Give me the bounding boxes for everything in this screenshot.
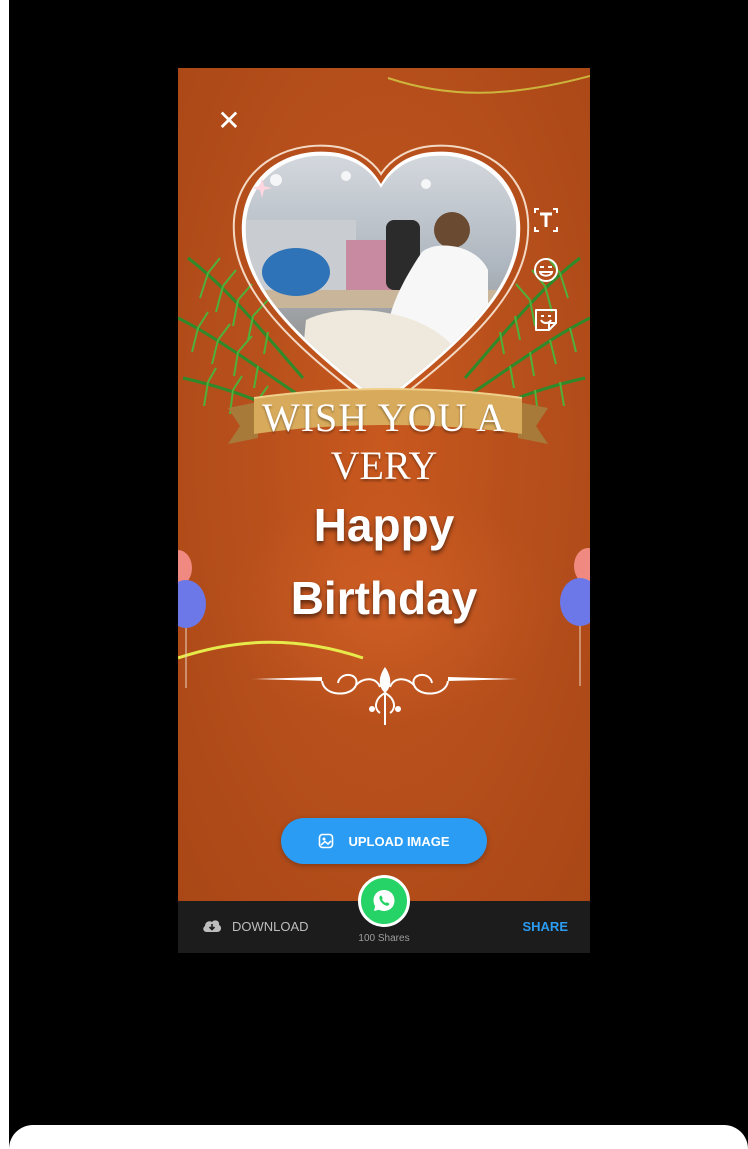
screen: ✕ WISH YOU A VERY Happy Birthday UPLOAD … bbox=[0, 0, 748, 1149]
wish-you-a-text: WISH YOU A bbox=[261, 395, 507, 440]
text-tool-icon[interactable] bbox=[532, 206, 560, 234]
whatsapp-share-button[interactable] bbox=[358, 875, 410, 927]
birthday-text: Birthday bbox=[290, 572, 478, 624]
balloon-left bbox=[178, 550, 206, 688]
bottom-sheet-edge bbox=[9, 1125, 748, 1149]
swoosh-decoration bbox=[387, 75, 590, 94]
upload-image-button[interactable]: UPLOAD IMAGE bbox=[281, 818, 487, 864]
bottom-action-bar: DOWNLOAD 100 Shares SHARE bbox=[178, 875, 590, 953]
heart-frame-graphic bbox=[232, 144, 530, 414]
whatsapp-icon bbox=[373, 890, 395, 911]
happy-text: Happy bbox=[313, 499, 455, 551]
greeting-card-preview: ✕ WISH YOU A VERY Happy Birthday UPLOAD … bbox=[178, 68, 590, 901]
shares-count: 100 Shares bbox=[358, 933, 410, 944]
cloud-download-icon bbox=[202, 918, 222, 934]
download-button[interactable]: DOWNLOAD bbox=[202, 918, 309, 934]
balloon-right bbox=[560, 548, 590, 686]
left-edge-strip bbox=[0, 0, 9, 1149]
very-text: VERY bbox=[330, 443, 438, 488]
emoji-tool-icon[interactable] bbox=[532, 256, 560, 284]
close-button[interactable]: ✕ bbox=[214, 106, 244, 136]
download-label: DOWNLOAD bbox=[232, 918, 309, 934]
sticker-tool-icon[interactable] bbox=[532, 306, 560, 334]
editor-tools bbox=[532, 206, 564, 356]
image-icon bbox=[318, 833, 334, 849]
share-button[interactable]: SHARE bbox=[522, 919, 568, 934]
upload-image-label: UPLOAD IMAGE bbox=[348, 833, 450, 849]
heart-photo-frame[interactable] bbox=[226, 140, 536, 420]
ornament-divider bbox=[252, 667, 518, 725]
